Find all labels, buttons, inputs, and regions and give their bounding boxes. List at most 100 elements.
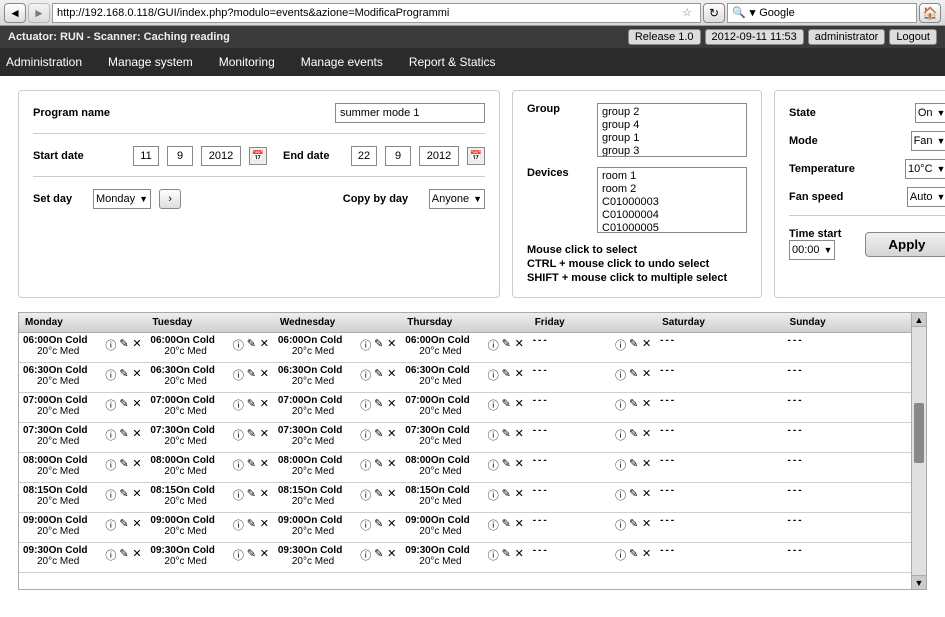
delete-icon[interactable]: ✕ xyxy=(514,457,525,473)
edit-icon[interactable]: ✎ xyxy=(628,487,639,503)
delete-icon[interactable]: ✕ xyxy=(131,457,142,473)
edit-icon[interactable]: ✎ xyxy=(501,337,512,353)
info-icon[interactable]: ⓘ xyxy=(360,427,371,443)
delete-icon[interactable]: ✕ xyxy=(641,517,652,533)
fan-speed-select[interactable]: Auto▼ xyxy=(907,187,945,207)
info-icon[interactable]: ⓘ xyxy=(488,337,499,353)
info-icon[interactable]: ⓘ xyxy=(615,487,626,503)
list-item[interactable]: group 4 xyxy=(600,119,744,132)
start-month-input[interactable] xyxy=(167,146,193,166)
edit-icon[interactable]: ✎ xyxy=(373,397,384,413)
info-icon[interactable]: ⓘ xyxy=(105,547,116,563)
edit-icon[interactable]: ✎ xyxy=(246,457,257,473)
info-icon[interactable]: ⓘ xyxy=(233,337,244,353)
info-icon[interactable]: ⓘ xyxy=(360,547,371,563)
info-icon[interactable]: ⓘ xyxy=(615,517,626,533)
info-icon[interactable]: ⓘ xyxy=(105,397,116,413)
edit-icon[interactable]: ✎ xyxy=(118,487,129,503)
info-icon[interactable]: ⓘ xyxy=(360,487,371,503)
delete-icon[interactable]: ✕ xyxy=(514,487,525,503)
delete-icon[interactable]: ✕ xyxy=(514,517,525,533)
delete-icon[interactable]: ✕ xyxy=(259,517,270,533)
edit-icon[interactable]: ✎ xyxy=(501,427,512,443)
info-icon[interactable]: ⓘ xyxy=(360,457,371,473)
delete-icon[interactable]: ✕ xyxy=(386,367,397,383)
devices-listbox[interactable]: room 1room 2C01000003C01000004C01000005 xyxy=(597,167,747,233)
info-icon[interactable]: ⓘ xyxy=(615,367,626,383)
info-icon[interactable]: ⓘ xyxy=(233,427,244,443)
menu-item[interactable]: Manage system xyxy=(108,55,193,69)
delete-icon[interactable]: ✕ xyxy=(641,547,652,563)
edit-icon[interactable]: ✎ xyxy=(501,397,512,413)
info-icon[interactable]: ⓘ xyxy=(360,517,371,533)
delete-icon[interactable]: ✕ xyxy=(386,517,397,533)
edit-icon[interactable]: ✎ xyxy=(628,397,639,413)
info-icon[interactable]: ⓘ xyxy=(233,487,244,503)
delete-icon[interactable]: ✕ xyxy=(131,547,142,563)
delete-icon[interactable]: ✕ xyxy=(131,367,142,383)
delete-icon[interactable]: ✕ xyxy=(259,397,270,413)
logout-button[interactable]: Logout xyxy=(889,29,937,45)
scroll-thumb[interactable] xyxy=(914,403,924,463)
info-icon[interactable]: ⓘ xyxy=(615,457,626,473)
delete-icon[interactable]: ✕ xyxy=(131,427,142,443)
delete-icon[interactable]: ✕ xyxy=(131,517,142,533)
end-month-input[interactable] xyxy=(385,146,411,166)
copy-by-day-select[interactable]: Anyone▼ xyxy=(429,189,485,209)
start-day-input[interactable] xyxy=(133,146,159,166)
mode-select[interactable]: Fan▼ xyxy=(911,131,945,151)
delete-icon[interactable]: ✕ xyxy=(259,457,270,473)
program-name-input[interactable] xyxy=(335,103,485,123)
edit-icon[interactable]: ✎ xyxy=(373,367,384,383)
delete-icon[interactable]: ✕ xyxy=(386,457,397,473)
edit-icon[interactable]: ✎ xyxy=(628,517,639,533)
edit-icon[interactable]: ✎ xyxy=(118,517,129,533)
calendar-icon[interactable]: 📅 xyxy=(467,147,485,165)
bookmark-star-icon[interactable]: ☆ xyxy=(682,6,692,19)
info-icon[interactable]: ⓘ xyxy=(488,367,499,383)
delete-icon[interactable]: ✕ xyxy=(386,337,397,353)
delete-icon[interactable]: ✕ xyxy=(386,547,397,563)
edit-icon[interactable]: ✎ xyxy=(118,547,129,563)
delete-icon[interactable]: ✕ xyxy=(259,547,270,563)
info-icon[interactable]: ⓘ xyxy=(233,397,244,413)
delete-icon[interactable]: ✕ xyxy=(641,457,652,473)
list-item[interactable]: C01000004 xyxy=(600,209,744,222)
scroll-down-icon[interactable]: ▼ xyxy=(912,575,926,589)
info-icon[interactable]: ⓘ xyxy=(488,427,499,443)
edit-icon[interactable]: ✎ xyxy=(628,427,639,443)
delete-icon[interactable]: ✕ xyxy=(131,487,142,503)
edit-icon[interactable]: ✎ xyxy=(118,397,129,413)
edit-icon[interactable]: ✎ xyxy=(501,517,512,533)
info-icon[interactable]: ⓘ xyxy=(105,457,116,473)
apply-button[interactable]: Apply xyxy=(865,232,945,257)
delete-icon[interactable]: ✕ xyxy=(131,337,142,353)
info-icon[interactable]: ⓘ xyxy=(615,427,626,443)
state-select[interactable]: On▼ xyxy=(915,103,945,123)
scroll-up-icon[interactable]: ▲ xyxy=(912,313,926,327)
delete-icon[interactable]: ✕ xyxy=(514,367,525,383)
url-bar[interactable]: ☆ xyxy=(52,3,701,23)
info-icon[interactable]: ⓘ xyxy=(360,367,371,383)
delete-icon[interactable]: ✕ xyxy=(514,547,525,563)
info-icon[interactable]: ⓘ xyxy=(233,517,244,533)
info-icon[interactable]: ⓘ xyxy=(233,457,244,473)
delete-icon[interactable]: ✕ xyxy=(641,487,652,503)
delete-icon[interactable]: ✕ xyxy=(641,397,652,413)
delete-icon[interactable]: ✕ xyxy=(386,487,397,503)
list-item[interactable]: group 1 xyxy=(600,132,744,145)
delete-icon[interactable]: ✕ xyxy=(641,367,652,383)
search-engine-box[interactable]: 🔍 ▾ Google xyxy=(727,3,917,23)
menu-item[interactable]: Monitoring xyxy=(219,55,275,69)
delete-icon[interactable]: ✕ xyxy=(386,397,397,413)
menu-item[interactable]: Administration xyxy=(6,55,82,69)
home-button[interactable]: 🏠 xyxy=(919,3,941,23)
set-day-select[interactable]: Monday▼ xyxy=(93,189,151,209)
edit-icon[interactable]: ✎ xyxy=(246,337,257,353)
info-icon[interactable]: ⓘ xyxy=(233,367,244,383)
list-item[interactable]: C01000003 xyxy=(600,196,744,209)
info-icon[interactable]: ⓘ xyxy=(105,367,116,383)
schedule-scrollbar[interactable]: ▲ ▼ xyxy=(911,313,926,589)
delete-icon[interactable]: ✕ xyxy=(641,427,652,443)
info-icon[interactable]: ⓘ xyxy=(233,547,244,563)
